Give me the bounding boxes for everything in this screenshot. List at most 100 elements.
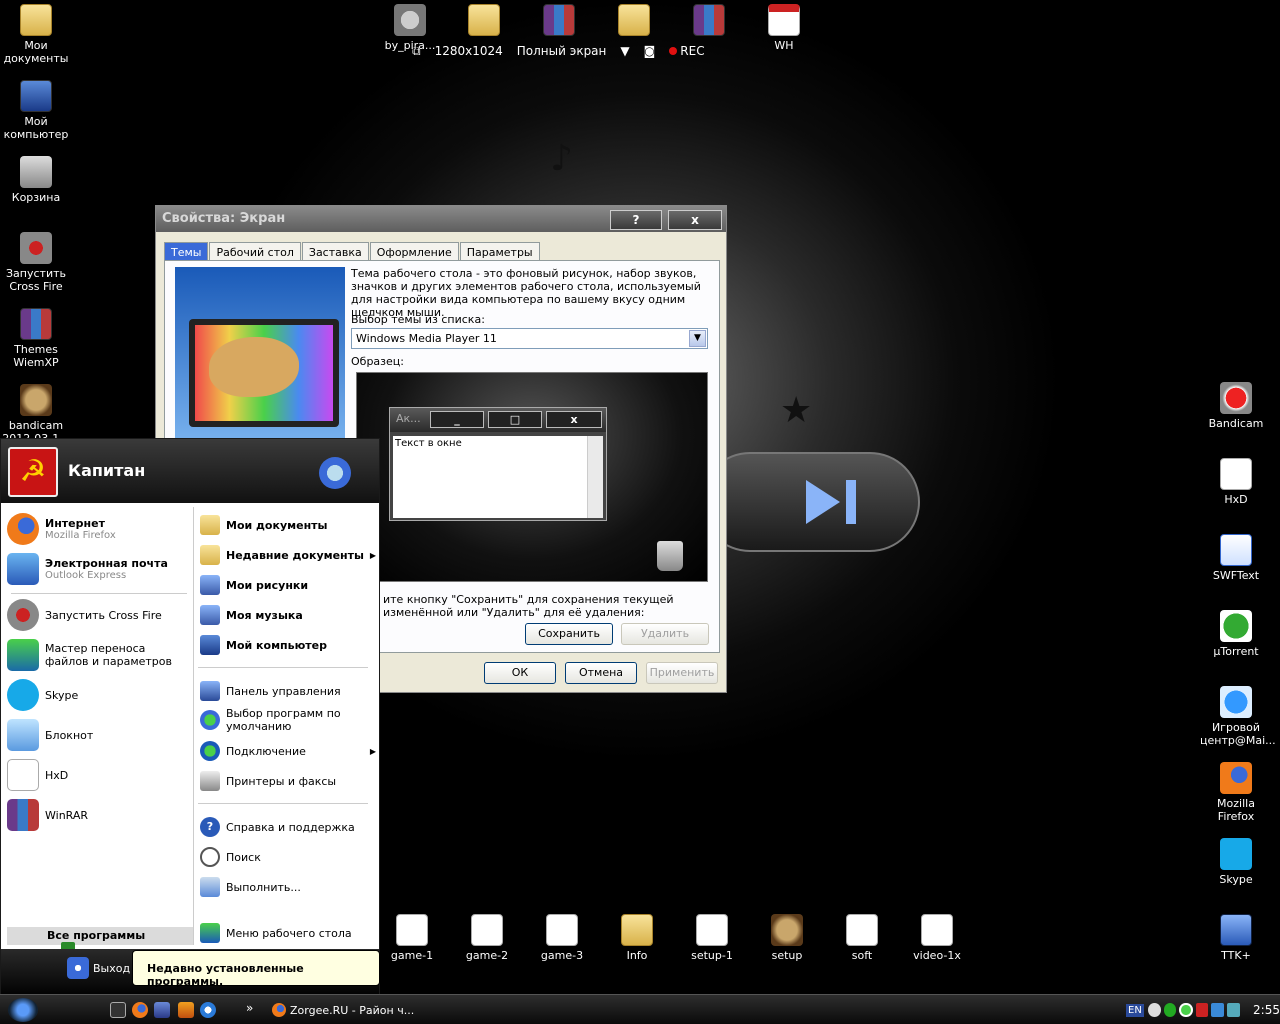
start-button[interactable] [8, 998, 38, 1022]
desktop-icon[interactable] [448, 4, 520, 39]
desktop-icon[interactable]: game-2 [451, 914, 523, 962]
media-player-icon[interactable] [319, 457, 351, 489]
tab-settings[interactable]: Параметры [459, 242, 540, 262]
all-programs-button[interactable]: Все программы [7, 927, 193, 954]
tray-back-icon[interactable] [1147, 1003, 1161, 1017]
save-theme-button[interactable]: Сохранить [525, 623, 613, 645]
rec-dot-icon [669, 47, 678, 55]
folder-icon [20, 4, 52, 36]
logout-button[interactable]: Выход [67, 957, 130, 979]
recent-hxd[interactable]: HxD [7, 759, 68, 791]
my-music-link[interactable]: Моя музыка [200, 605, 303, 625]
desktop-icon[interactable]: game-3 [526, 914, 598, 962]
tab-appearance[interactable]: Оформление [369, 242, 459, 262]
camera-icon[interactable]: ◙ [644, 44, 656, 58]
close-button[interactable]: x [668, 210, 722, 230]
desktop-icon[interactable]: video-1x [901, 914, 973, 962]
desktop-icon[interactable]: HxD [1200, 458, 1272, 506]
desktop-icon[interactable]: bandicam 2012-03-1... [0, 384, 72, 445]
my-documents-link[interactable]: Мои документы [200, 515, 328, 535]
chevron-down-icon[interactable]: ▼ [689, 330, 706, 347]
desktop-icon[interactable]: Игровой центр@Mai... [1200, 686, 1276, 747]
recorder-mode[interactable]: Полный экран [517, 44, 607, 58]
desktop-icon[interactable]: Запустить Cross Fire [0, 232, 72, 293]
tray-monitor-icon[interactable] [1227, 1003, 1241, 1017]
quicklaunch-chevron[interactable]: » [246, 1001, 253, 1015]
help-button[interactable]: ? [610, 210, 662, 230]
desktop-icon-label: game-1 [390, 949, 434, 962]
desktop-icon[interactable]: soft [826, 914, 898, 962]
recent-documents-link[interactable]: Недавние документы ▶ [200, 545, 376, 565]
desktop-icon[interactable]: by_pira... [374, 4, 446, 52]
avatar[interactable]: ☭ [8, 447, 58, 497]
search-link[interactable]: Поиск [200, 847, 261, 867]
recent-skype[interactable]: Skype [7, 679, 78, 711]
delete-theme-button[interactable]: Удалить [621, 623, 709, 645]
connect-link[interactable]: Подключение ▶ [200, 741, 376, 761]
firefox-icon[interactable] [132, 1002, 148, 1018]
tab-desktop[interactable]: Рабочий стол [209, 242, 301, 262]
desktop-icon[interactable] [673, 4, 745, 39]
pinned-internet[interactable]: Интернет Mozilla Firefox [7, 513, 116, 545]
rec-button[interactable]: REC [669, 44, 705, 58]
desktop-icon-label: Bandicam [1208, 417, 1264, 430]
desktop-icon[interactable]: game-1 [376, 914, 448, 962]
apply-button[interactable]: Применить [646, 662, 718, 684]
desktop-icon[interactable]: Mozilla Firefox [1200, 762, 1272, 823]
tab-themes[interactable]: Темы [164, 242, 209, 262]
desktop-icon-label: setup-1 [691, 949, 733, 962]
desktop-icon[interactable]: Themes WiemXP [0, 308, 72, 369]
printers-link[interactable]: Принтеры и факсы [200, 771, 336, 791]
control-panel-link[interactable]: Панель управления [200, 681, 341, 701]
dialog-titlebar[interactable]: Свойства: Экран ? x [156, 206, 726, 232]
desktop-icon[interactable]: Мой компьютер [0, 80, 72, 141]
system-tray: EN 2:55 [1120, 995, 1280, 1024]
ok-button[interactable]: ОК [484, 662, 556, 684]
desktop-icon[interactable] [523, 4, 595, 39]
run-link[interactable]: Выполнить... [200, 877, 301, 897]
ie-icon[interactable] [200, 1002, 216, 1018]
my-computer-link[interactable]: Мой компьютер [200, 635, 327, 655]
theme-select[interactable]: Windows Media Player 11 ▼ [351, 328, 708, 349]
tray-status-icon[interactable] [1179, 1003, 1193, 1017]
desktop-icon-label: Mozilla Firefox [1217, 797, 1255, 823]
show-desktop-icon[interactable] [110, 1002, 126, 1018]
desktop-icon[interactable]: Bandicam [1200, 382, 1272, 430]
desktop-icon-label: Запустить Cross Fire [6, 267, 66, 293]
cancel-button[interactable]: Отмена [565, 662, 637, 684]
default-programs-icon [200, 710, 220, 730]
language-indicator[interactable]: EN [1126, 1003, 1144, 1017]
desktop-icon[interactable]: WH [748, 4, 820, 52]
pinned-email[interactable]: Электронная почта Outlook Express [7, 553, 168, 585]
dropdown-icon[interactable]: ▼ [620, 44, 629, 58]
desktop-icon[interactable]: SWFText [1200, 534, 1272, 582]
transfer-wizard-icon [7, 639, 39, 671]
tray-utorrent-icon[interactable] [1163, 1003, 1177, 1017]
tray-kaspersky-icon[interactable] [1195, 1003, 1209, 1017]
tray-network-icon[interactable] [1211, 1003, 1225, 1017]
recent-crossfire[interactable]: Запустить Cross Fire [7, 599, 162, 631]
media-icon[interactable] [178, 1002, 194, 1018]
desktop-icon[interactable]: TTK+ [1200, 914, 1272, 962]
help-support-link[interactable]: ? Справка и поддержка [200, 817, 355, 837]
desktop-menu-link[interactable]: Меню рабочего стола [200, 923, 352, 943]
tab-screensaver[interactable]: Заставка [301, 242, 369, 262]
taskbar-button-firefox[interactable]: Zorgee.RU - Район ч... [268, 999, 418, 1021]
desktop-icon[interactable] [598, 4, 670, 39]
sample-scrollbar [587, 436, 603, 518]
recent-transfer-wizard[interactable]: Мастер переноса файлов и параметров [7, 639, 185, 671]
desktop-icon[interactable]: setup-1 [676, 914, 748, 962]
desktop-icon[interactable]: Info [601, 914, 673, 962]
desktop-icon[interactable]: Мои документы [0, 4, 72, 65]
desktop-icon[interactable]: µTorrent [1200, 610, 1272, 658]
recent-winrar[interactable]: WinRAR [7, 799, 88, 831]
save-icon[interactable] [154, 1002, 170, 1018]
clock[interactable]: 2:55 [1253, 1003, 1280, 1017]
recent-notepad[interactable]: Блокнот [7, 719, 93, 751]
default-programs-link[interactable]: Выбор программ по умолчанию [200, 707, 370, 733]
desktop-icon[interactable]: setup [751, 914, 823, 962]
my-pictures-link[interactable]: Мои рисунки [200, 575, 308, 595]
desktop-icon[interactable]: Skype [1200, 838, 1272, 886]
recent-docs-icon [200, 545, 220, 565]
desktop-icon[interactable]: Корзина [0, 156, 72, 204]
